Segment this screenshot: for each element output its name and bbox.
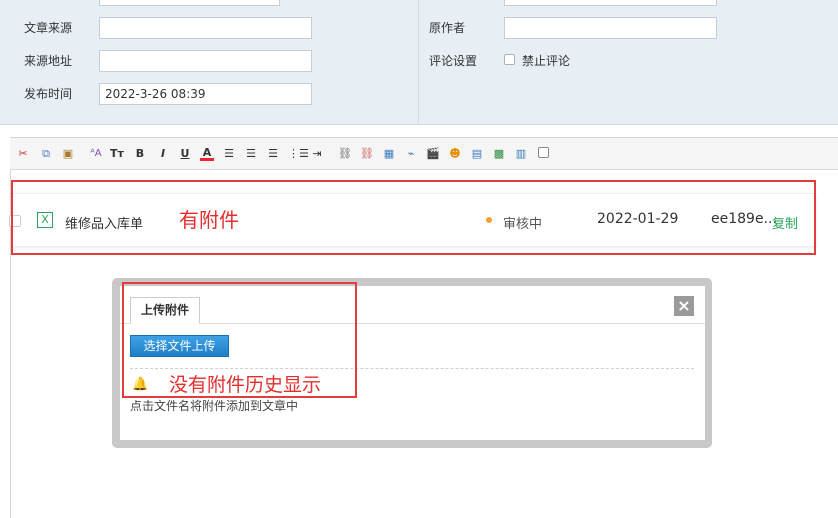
disable-comments-label[interactable]: 禁止评论 <box>522 52 570 69</box>
ordered-list-icon[interactable]: ⋮☰ <box>288 147 309 161</box>
image-icon[interactable]: ▦ <box>382 147 396 161</box>
cut-icon[interactable]: ✂ <box>16 147 30 161</box>
format-painter-icon[interactable]: ᴬA <box>89 147 103 161</box>
page-break-icon[interactable]: ▥ <box>514 147 528 161</box>
video-icon[interactable]: 🎬 <box>426 147 440 161</box>
original-author-label: 原作者 <box>429 21 466 35</box>
original-author-input[interactable] <box>504 17 717 39</box>
comment-settings-label: 评论设置 <box>429 54 478 68</box>
dialog-hint: 点击文件名将附件添加到文章中 <box>130 399 299 413</box>
source-input[interactable] <box>99 17 312 39</box>
tab-bar <box>120 323 705 324</box>
disable-comments-checkbox[interactable] <box>504 54 515 65</box>
align-right-icon[interactable]: ☰ <box>266 147 280 161</box>
indent-icon[interactable]: ⇥ <box>310 147 324 161</box>
font-color-icon[interactable]: A <box>200 147 214 161</box>
table-icon[interactable]: ▤ <box>470 147 484 161</box>
status-text: 审核中 <box>503 217 543 232</box>
annotation-has-attachment: 有附件 <box>179 208 239 232</box>
attachment-date: 2022-01-29 <box>597 211 679 227</box>
source-url-label: 来源地址 <box>24 54 73 68</box>
tab-upload-label: 上传附件 <box>140 303 189 317</box>
bold-icon[interactable]: B <box>133 147 147 161</box>
column-divider <box>418 0 419 124</box>
select-file-upload-button[interactable]: 选择文件上传 <box>130 335 229 357</box>
publish-time-input[interactable]: 2022-3-26 08:39 <box>99 83 312 105</box>
editor-toolbar: ✂ ⧉ ▣ ᴬA Tт B I U A ☰ ☰ ☰ ⋮☰ ⇥ ⛓ ⛓ ▦ ⌁ 🎬… <box>10 138 838 170</box>
source-url-input[interactable] <box>99 50 312 72</box>
article-meta-form: 文章来源 来源地址 发布时间 2022-3-26 08:39 原作者 评论设置 … <box>0 0 838 125</box>
row-select-checkbox[interactable] <box>9 215 21 227</box>
checkbox-icon[interactable] <box>536 147 550 161</box>
copy-link[interactable]: 复制 <box>772 213 798 232</box>
italic-icon[interactable]: I <box>156 147 170 161</box>
underline-icon[interactable]: U <box>178 147 192 161</box>
status-dot-icon <box>486 217 492 223</box>
publish-time-label: 发布时间 <box>24 87 73 101</box>
upload-dialog: 上传附件 × 选择文件上传 🔔 点击文件名将附件添加到文章中 <box>120 286 705 440</box>
title-field-partial[interactable] <box>99 0 280 6</box>
copy-icon[interactable]: ⧉ <box>39 147 53 161</box>
paste-icon[interactable]: ▣ <box>61 147 75 161</box>
author-field-partial[interactable] <box>504 0 717 6</box>
excel-file-icon: X <box>37 212 53 228</box>
unlink-icon[interactable]: ⛓ <box>360 147 374 161</box>
emoji-icon[interactable]: ☻ <box>448 147 462 161</box>
annotation-no-history: 没有附件历史显示 <box>169 374 322 396</box>
attachment-icon[interactable]: ⌁ <box>404 147 418 161</box>
tab-upload-attachment[interactable]: 上传附件 <box>130 297 200 324</box>
align-left-icon[interactable]: ☰ <box>222 147 236 161</box>
attachment-name[interactable]: 维修品入库单 <box>65 213 143 232</box>
attachment-hash: ee189e... <box>711 211 777 227</box>
dashed-separator <box>130 368 694 369</box>
attachment-row: X 维修品入库单 审核中 2022-01-29 ee189e... 复制 <box>9 193 816 247</box>
link-icon[interactable]: ⛓ <box>338 147 352 161</box>
close-icon[interactable]: × <box>674 296 694 316</box>
font-size-icon[interactable]: Tт <box>110 147 124 161</box>
source-label: 文章来源 <box>24 21 73 35</box>
bell-icon: 🔔 <box>132 377 149 392</box>
align-center-icon[interactable]: ☰ <box>244 147 258 161</box>
insert-image-icon[interactable]: ▩ <box>492 147 506 161</box>
